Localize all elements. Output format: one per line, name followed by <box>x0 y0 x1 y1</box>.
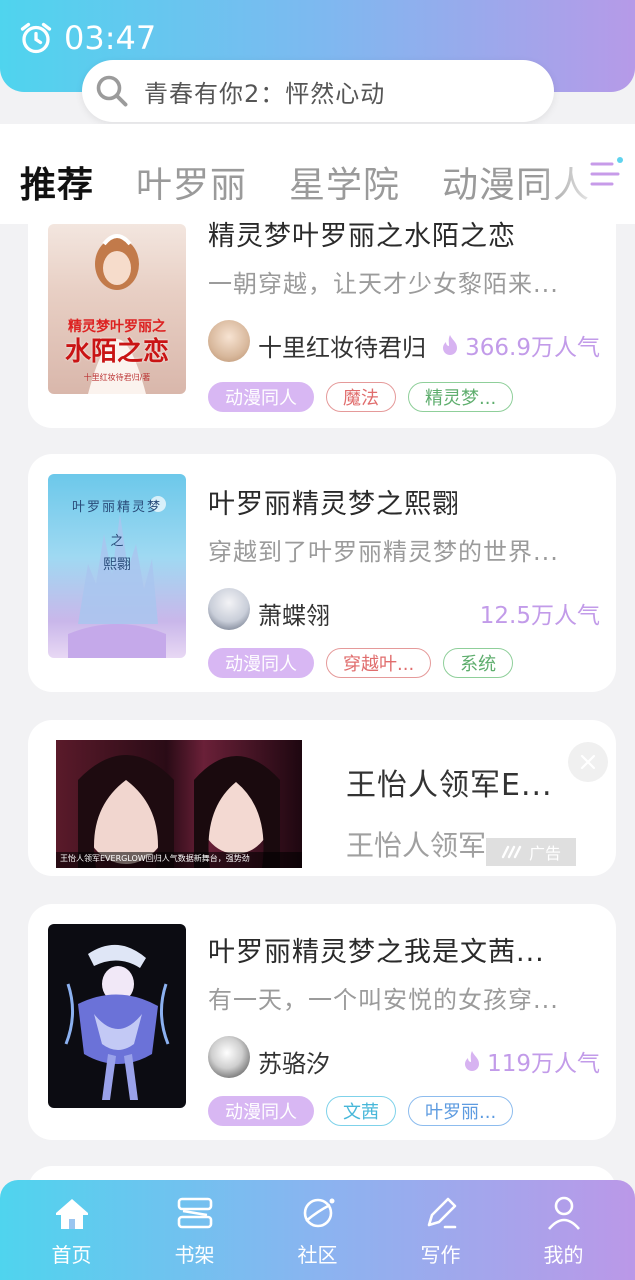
tag[interactable]: 文茜 <box>326 1096 396 1126</box>
book-title[interactable]: 精灵梦叶罗丽之水陌之恋 <box>208 214 516 253</box>
book-description: 一朝穿越，让天才少女黎陌来... <box>208 270 559 298</box>
cover-title-line1: 精灵梦叶罗丽之 <box>68 319 166 335</box>
bottom-navigation: 首页 书架 社区 写作 我的 <box>0 1180 635 1280</box>
tag-list: 动漫同人 魔法 精灵梦... <box>208 382 514 412</box>
status-bar: 03:47 <box>18 18 156 58</box>
ad-title[interactable]: 王怡人领军E... <box>346 760 553 804</box>
author-avatar <box>208 320 250 362</box>
nav-label: 社区 <box>297 1242 338 1267</box>
cover-author: 十里红妆待君归/著 <box>83 373 151 382</box>
book-description: 穿越到了叶罗丽精灵梦的世界... <box>208 538 559 566</box>
book-cover <box>48 924 186 1108</box>
tag[interactable]: 系统 <box>443 648 514 678</box>
alarm-icon <box>20 22 52 54</box>
author-avatar <box>208 1036 250 1078</box>
nav-bookshelf[interactable]: 书架 <box>145 1193 245 1268</box>
cover-title-line3: 熙翾 <box>103 557 131 573</box>
search-icon <box>96 75 128 107</box>
pen-icon <box>427 1197 456 1228</box>
cover-title-line1: 叶罗丽精灵梦 <box>71 500 162 515</box>
nav-community[interactable]: 社区 <box>268 1193 368 1268</box>
nav-home[interactable]: 首页 <box>22 1193 122 1268</box>
more-categories-icon[interactable] <box>588 154 628 194</box>
book-card[interactable]: 叶罗丽精灵梦 之 熙翾 叶罗丽精灵梦之熙翾 穿越到了叶罗丽精灵梦的世界... 萧… <box>28 454 616 692</box>
tag[interactable]: 叶罗丽... <box>408 1096 514 1126</box>
tag[interactable]: 穿越叶... <box>326 648 432 678</box>
ad-close-button[interactable] <box>568 742 608 782</box>
popularity: 119万人气 <box>463 1044 600 1078</box>
tag[interactable]: 精灵梦... <box>408 382 514 412</box>
cover-title-line2: 水陌之恋 <box>64 337 169 367</box>
ad-subtitle: 王怡人领军 <box>346 829 487 862</box>
book-cover: 叶罗丽精灵梦 之 熙翾 <box>48 474 186 658</box>
ad-image: 王怡人领军EVERGLOW回归人气数据新舞台，强势劲 <box>56 740 302 868</box>
home-icon <box>55 1198 88 1229</box>
author-name: 十里红妆待君归 <box>258 334 426 362</box>
search-bar[interactable]: 青春有你2：怦然心动 <box>82 60 554 122</box>
cover-title-line2: 之 <box>110 534 124 549</box>
nav-write[interactable]: 写作 <box>391 1193 491 1268</box>
ad-caption: 王怡人领军EVERGLOW回归人气数据新舞台，强势劲 <box>60 854 250 863</box>
author-name: 苏骆汐 <box>258 1050 330 1078</box>
author-name: 萧蝶翎 <box>258 602 330 630</box>
tag-list: 动漫同人 穿越叶... 系统 <box>208 648 514 678</box>
ad-badge: 广告 <box>486 838 576 866</box>
nav-label: 首页 <box>51 1242 92 1267</box>
nav-label: 书架 <box>174 1242 215 1267</box>
close-icon <box>580 754 596 770</box>
book-title[interactable]: 叶罗丽精灵梦之我是文茜... <box>208 930 545 969</box>
tag[interactable]: 动漫同人 <box>208 1096 314 1126</box>
book-card[interactable]: 叶罗丽精灵梦之我是文茜... 有一天，一个叫安悦的女孩穿... 苏骆汐 119万… <box>28 904 616 1140</box>
fire-icon <box>465 1051 480 1071</box>
popularity: 12.5万人气 <box>480 596 600 630</box>
ad-logo-icon <box>501 845 522 859</box>
tag[interactable]: 魔法 <box>326 382 396 412</box>
book-title[interactable]: 叶罗丽精灵梦之熙翾 <box>208 482 460 521</box>
tag-list: 动漫同人 文茜 叶罗丽... <box>208 1096 514 1126</box>
popularity-count: 12.5万人气 <box>479 603 600 629</box>
tag[interactable]: 动漫同人 <box>208 382 314 412</box>
user-icon <box>547 1196 580 1230</box>
ad-badge-label: 广告 <box>528 844 561 863</box>
fire-icon <box>443 335 458 355</box>
nav-label: 我的 <box>543 1242 584 1267</box>
bookshelf-icon <box>177 1197 212 1228</box>
book-card[interactable]: 精灵梦叶罗丽之 水陌之恋 十里红妆待君归/著 精灵梦叶罗丽之水陌之恋 一朝穿越，… <box>28 200 616 428</box>
search-placeholder: 青春有你2：怦然心动 <box>144 79 386 108</box>
popularity-count: 366.9万人气 <box>465 335 600 361</box>
book-cover: 精灵梦叶罗丽之 水陌之恋 十里红妆待君归/著 <box>48 224 186 394</box>
author-avatar <box>208 588 250 630</box>
nav-profile[interactable]: 我的 <box>514 1193 614 1268</box>
ad-card[interactable]: 王怡人领军EVERGLOW回归人气数据新舞台，强势劲 王怡人领军E... 王怡人… <box>28 720 616 876</box>
popularity: 366.9万人气 <box>441 328 600 362</box>
book-description: 有一天，一个叫安悦的女孩穿... <box>208 986 559 1014</box>
tag[interactable]: 动漫同人 <box>208 648 314 678</box>
popularity-count: 119万人气 <box>487 1051 600 1077</box>
planet-icon <box>303 1198 334 1227</box>
nav-label: 写作 <box>420 1242 461 1267</box>
status-time: 03:47 <box>64 19 157 57</box>
